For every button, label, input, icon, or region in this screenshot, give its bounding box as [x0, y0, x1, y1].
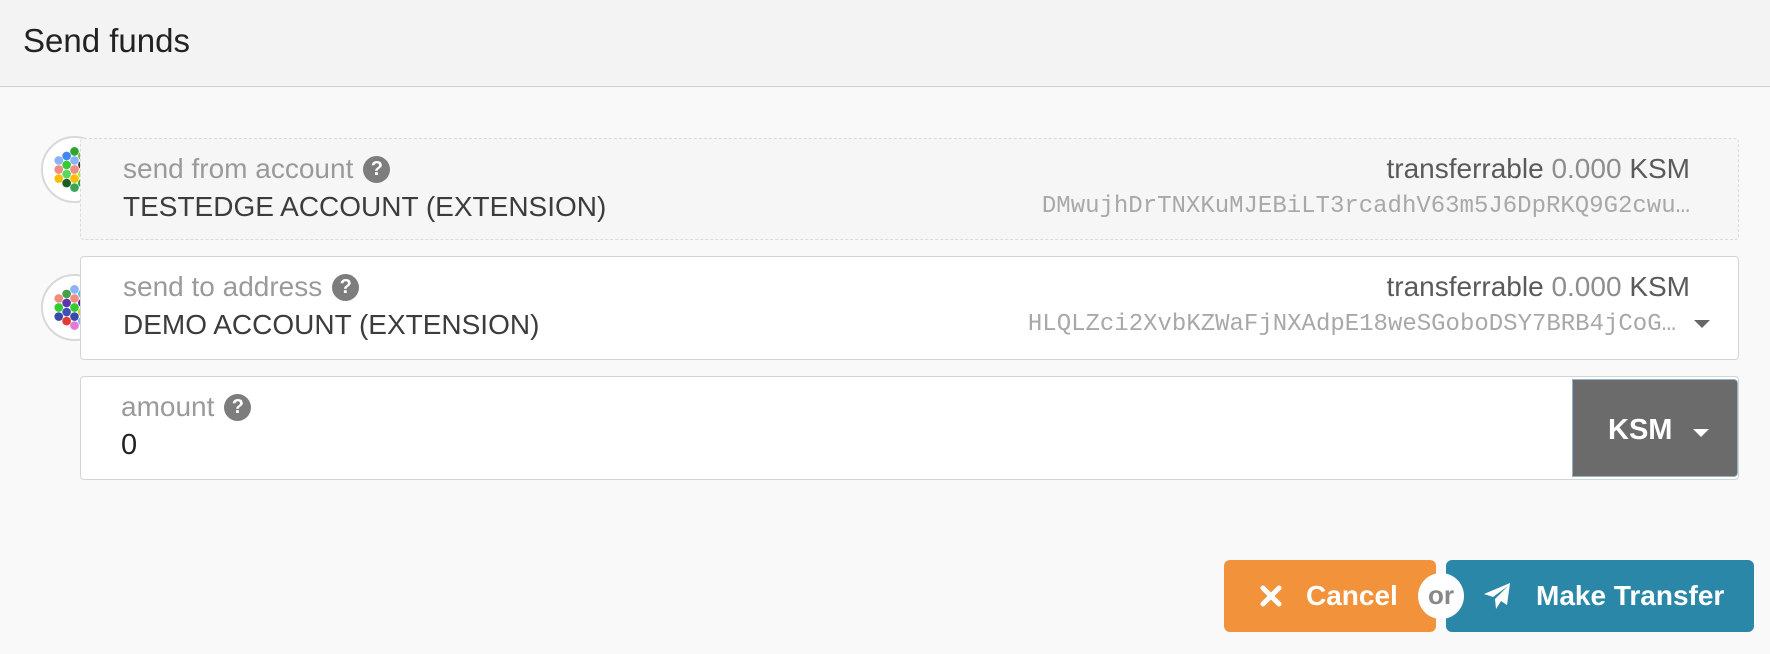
close-icon — [1260, 585, 1282, 607]
identicon-dot — [70, 183, 79, 192]
identicon-dot — [54, 303, 64, 312]
paper-plane-icon — [1482, 581, 1512, 611]
identicon-dot — [70, 147, 79, 156]
identicon-dot — [62, 160, 71, 170]
identicon-dot — [54, 174, 64, 183]
amount-input[interactable]: 0 — [121, 429, 137, 462]
send-from-label: send from account — [123, 153, 354, 184]
identicon-dot — [54, 165, 64, 174]
to-account-address: HLQLZci2XvbKZWaFjNXAdpE18weSGoboDSY7BRB4… — [1027, 311, 1676, 338]
identicon-dot — [70, 174, 79, 183]
send-from-account-field: send from account ? transferrable 0.000 … — [80, 138, 1739, 240]
question-circle-icon[interactable]: ? — [363, 155, 391, 183]
to-transferrable-value: 0.000 — [1551, 271, 1622, 302]
identicon-dot — [70, 303, 79, 312]
from-account-name: TESTEDGE ACCOUNT (EXTENSION) — [123, 191, 607, 222]
identicon-dot — [70, 165, 79, 174]
make-transfer-button[interactable]: Make Transfer — [1446, 560, 1754, 632]
identicon-dot — [62, 178, 71, 188]
amount-label: amount — [121, 391, 215, 422]
cancel-label: Cancel — [1306, 580, 1398, 611]
identicon-dot — [70, 156, 79, 165]
identicon-dot — [62, 289, 71, 299]
send-to-address-dropdown[interactable]: send to address ? transferrable 0.000 KS… — [80, 256, 1739, 360]
identicon-dot — [70, 321, 79, 330]
identicon-dot — [62, 169, 71, 179]
question-circle-icon[interactable]: ? — [224, 393, 252, 421]
from-transferrable: transferrable 0.000 KSM — [1386, 153, 1690, 184]
identicon-dot — [62, 298, 71, 308]
unit-label: KSM — [1608, 414, 1673, 446]
from-transferrable-unit: KSM — [1629, 153, 1690, 184]
amount-field[interactable]: amount ? 0 KSM — [80, 376, 1739, 480]
send-to-label: send to address — [123, 271, 323, 302]
identicon-dot — [70, 312, 79, 321]
chevron-down-icon[interactable] — [1694, 320, 1710, 328]
identicon-dot — [54, 294, 64, 303]
from-account-address: DMwujhDrTNXKuMJEBiLT3rcadhV63m5J6DpRKQ9G… — [1041, 193, 1690, 220]
identicon-dot — [54, 312, 64, 321]
to-transferrable-unit: KSM — [1629, 271, 1690, 302]
identicon-dot — [54, 156, 64, 165]
make-transfer-label: Make Transfer — [1536, 580, 1725, 611]
chevron-down-icon[interactable] — [1693, 429, 1709, 437]
to-transferrable: transferrable 0.000 KSM — [1386, 271, 1690, 302]
to-account-name: DEMO ACCOUNT (EXTENSION) — [123, 309, 540, 340]
page-title: Send funds — [23, 22, 190, 59]
identicon-dot — [62, 316, 71, 326]
or-separator: or — [1418, 573, 1464, 619]
page-header: Send funds — [0, 0, 1770, 87]
identicon-dot — [62, 151, 71, 161]
identicon-dot — [62, 307, 71, 317]
identicon-dot — [70, 294, 79, 303]
from-transferrable-value: 0.000 — [1551, 153, 1622, 184]
question-circle-icon[interactable]: ? — [332, 273, 360, 301]
unit-dropdown[interactable]: KSM — [1572, 379, 1738, 477]
identicon-dot — [70, 285, 79, 294]
cancel-button[interactable]: Cancel — [1224, 560, 1436, 632]
